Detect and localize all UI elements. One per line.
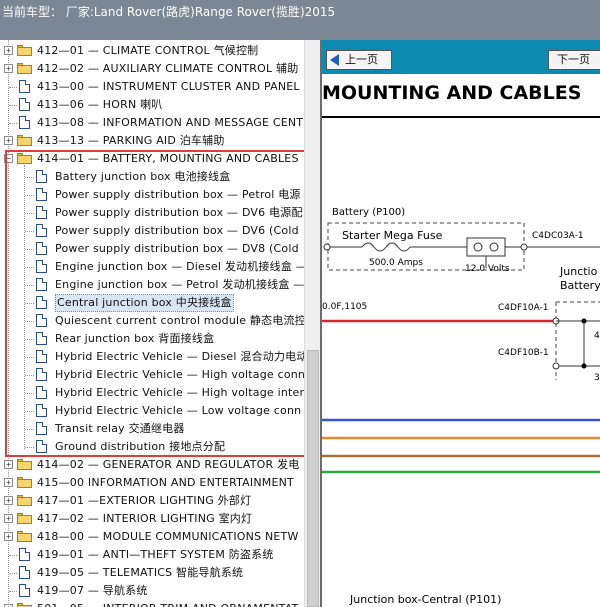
document-icon bbox=[19, 566, 30, 579]
tree-item[interactable]: +418—00 — MODULE COMMUNICATIONS NETW bbox=[0, 528, 304, 546]
tree-item-label: 417—01 —EXTERIOR LIGHTING 外部灯 bbox=[37, 494, 252, 507]
folder-icon bbox=[17, 45, 32, 56]
connector-c-label: C4DF10B-1 bbox=[498, 348, 549, 358]
expand-icon[interactable]: + bbox=[4, 496, 13, 505]
tree-item[interactable]: +417—02 — INTERIOR LIGHTING 室内灯 bbox=[0, 510, 304, 528]
highlight-box bbox=[5, 150, 310, 457]
expand-icon[interactable]: + bbox=[4, 136, 13, 145]
pin-4-label: 4 bbox=[594, 331, 600, 341]
folder-icon bbox=[17, 477, 32, 488]
tree-item[interactable]: 419—01 — ANTI—THEFT SYSTEM 防盗系统 bbox=[0, 546, 304, 564]
folder-icon bbox=[17, 531, 32, 542]
tree-item[interactable]: +414—02 — GENERATOR AND REGULATOR 发电 bbox=[0, 456, 304, 474]
terminal-marker bbox=[520, 243, 528, 251]
folder-icon bbox=[17, 135, 32, 146]
tree-item-label: 417—02 — INTERIOR LIGHTING 室内灯 bbox=[37, 512, 253, 525]
tree-item-label: 419—07 — 导航系统 bbox=[37, 584, 148, 597]
junction-label-2: Battery bbox=[560, 279, 600, 292]
tree-item-label: 412—01 — CLIMATE CONTROL 气候控制 bbox=[37, 44, 259, 57]
tree-item-label: 412—02 — AUXILIARY CLIMATE CONTROL 辅助 bbox=[37, 62, 299, 75]
folder-icon bbox=[17, 495, 32, 506]
tree-item[interactable]: +412—02 — AUXILIARY CLIMATE CONTROL 辅助 bbox=[0, 60, 304, 78]
battery-cell bbox=[466, 237, 506, 257]
tree-item[interactable]: +501—05 — INTERIOR TRIM AND ORNAMENTAT bbox=[0, 600, 304, 607]
tree-item[interactable]: +415—00 INFORMATION AND ENTERTAINMENT bbox=[0, 474, 304, 492]
splice-point bbox=[581, 363, 587, 369]
vehicle-title: 当前车型： 厂家:Land Rover(路虎)Range Rover(揽胜)20… bbox=[2, 5, 336, 19]
fuse-symbol bbox=[361, 242, 411, 252]
folder-icon bbox=[17, 513, 32, 524]
tree-item-label: 419—05 — TELEMATICS 智能导航系统 bbox=[37, 566, 244, 579]
tree-item[interactable]: 413—00 — INSTRUMENT CLUSTER AND PANEL bbox=[0, 78, 304, 96]
tree-item[interactable]: 413—08 — INFORMATION AND MESSAGE CENT bbox=[0, 114, 304, 132]
wiring-diagram bbox=[322, 116, 600, 474]
document-icon bbox=[19, 80, 30, 93]
tree-item[interactable]: 419—05 — TELEMATICS 智能导航系统 bbox=[0, 564, 304, 582]
wire-label: 0.0F,1105 bbox=[322, 302, 368, 312]
expand-icon[interactable]: + bbox=[4, 514, 13, 523]
tree-item[interactable]: 413—06 — HORN 喇叭 bbox=[0, 96, 304, 114]
junction-label-1: Junctio bbox=[560, 265, 598, 278]
tree-item[interactable]: 419—07 — 导航系统 bbox=[0, 582, 304, 600]
diagram-panel: 上一页 下一页 MOUNTING AND CABLES Battery (P10… bbox=[322, 40, 600, 607]
tree-item-label: 418—00 — MODULE COMMUNICATIONS NETW bbox=[37, 530, 299, 543]
connector-b-label: C4DF10A-1 bbox=[498, 303, 549, 313]
scrollbar-thumb[interactable] bbox=[307, 350, 319, 607]
tree-item-label: 413—00 — INSTRUMENT CLUSTER AND PANEL bbox=[37, 80, 300, 93]
document-icon bbox=[19, 98, 30, 111]
tree-item-label: 419—01 — ANTI—THEFT SYSTEM 防盗系统 bbox=[37, 548, 274, 561]
document-icon bbox=[19, 548, 30, 561]
tree-scrollbar[interactable] bbox=[304, 40, 320, 607]
tree-item-label: 413—13 — PARKING AID 泊车辅助 bbox=[37, 134, 225, 147]
tree-item[interactable]: +413—13 — PARKING AID 泊车辅助 bbox=[0, 132, 304, 150]
junction-box-central-label: Junction box-Central (P101) bbox=[350, 593, 502, 606]
tree-item-label: 501—05 — INTERIOR TRIM AND ORNAMENTAT bbox=[37, 600, 299, 607]
terminal-marker bbox=[323, 243, 331, 251]
pin-3-label: 3 bbox=[594, 373, 600, 383]
folder-icon bbox=[17, 63, 32, 74]
battery-voltage: 12.0 Volts bbox=[465, 264, 510, 274]
expand-icon[interactable]: + bbox=[4, 64, 13, 73]
terminal-marker bbox=[552, 362, 560, 370]
expand-icon[interactable]: + bbox=[4, 532, 13, 541]
folder-icon bbox=[17, 603, 32, 607]
expand-icon[interactable]: + bbox=[4, 460, 13, 469]
fuse-amps: 500.0 Amps bbox=[369, 258, 423, 268]
tree-item-label: 415—00 INFORMATION AND ENTERTAINMENT bbox=[37, 476, 294, 489]
expand-icon[interactable]: + bbox=[4, 46, 13, 55]
connector-a-label: C4DC03A-1 bbox=[532, 231, 584, 241]
tree-item-label: 413—06 — HORN 喇叭 bbox=[37, 98, 163, 111]
expand-icon[interactable]: + bbox=[4, 478, 13, 487]
tree-item[interactable]: +417—01 —EXTERIOR LIGHTING 外部灯 bbox=[0, 492, 304, 510]
battery-label: Battery (P100) bbox=[332, 207, 406, 218]
folder-icon bbox=[17, 459, 32, 470]
window-title-bar: 当前车型： 厂家:Land Rover(路虎)Range Rover(揽胜)20… bbox=[0, 0, 600, 40]
document-icon bbox=[19, 584, 30, 597]
tree-item-label: 414—02 — GENERATOR AND REGULATOR 发电 bbox=[37, 458, 300, 471]
fuse-label: Starter Mega Fuse bbox=[342, 229, 443, 242]
tree-item-label: 413—08 — INFORMATION AND MESSAGE CENT bbox=[37, 116, 304, 129]
document-icon bbox=[19, 116, 30, 129]
tree-item[interactable]: +412—01 — CLIMATE CONTROL 气候控制 bbox=[0, 42, 304, 60]
